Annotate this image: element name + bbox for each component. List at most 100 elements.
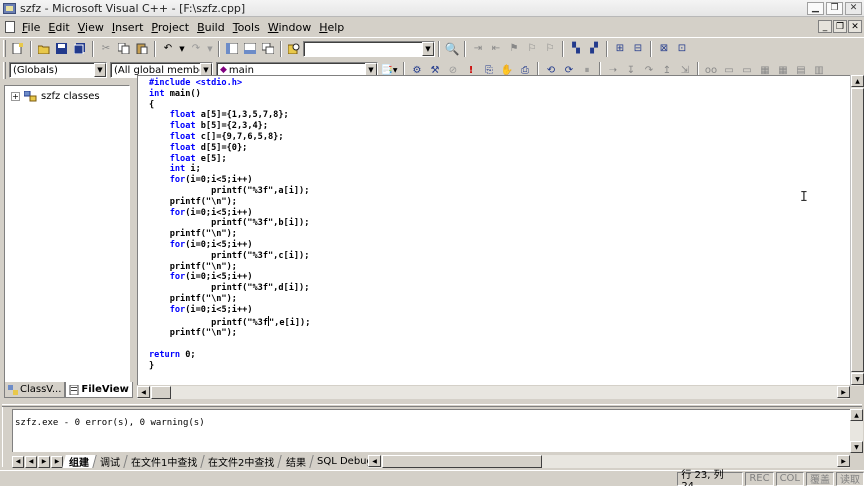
code-line: float c[]={9,7,6,5,8}; [169, 131, 284, 142]
redo-icon[interactable]: ↷ [188, 41, 204, 57]
cut-icon[interactable]: ✂ [98, 41, 114, 57]
code-line: printf("\n"); [149, 196, 237, 207]
scroll-up-icon[interactable]: ▲ [850, 409, 863, 421]
tile-icon[interactable]: ⊠ [656, 41, 672, 57]
bookmark-next-icon[interactable]: ⚐ [524, 41, 540, 57]
output-splitter[interactable] [2, 404, 862, 407]
save-icon[interactable] [54, 41, 70, 57]
menu-tools[interactable]: Tools [229, 21, 264, 34]
output-vertical-scrollbar[interactable]: ▲ ▼ [850, 409, 863, 453]
output-tab[interactable]: 调试 [93, 455, 128, 469]
mdi-close-button[interactable]: ✕ [848, 20, 862, 33]
tab-classview-label: ClassV... [20, 384, 62, 395]
bookmark-prev-icon[interactable]: ⚐ [542, 41, 558, 57]
minimize-button[interactable]: ▁ [807, 1, 824, 15]
ibeam-cursor-icon: I [800, 190, 808, 205]
cascade-icon[interactable]: ⊡ [674, 41, 690, 57]
redo-dropdown-icon[interactable]: ▼ [206, 41, 214, 57]
function-icon: ◆ [220, 65, 227, 75]
chevron-down-icon[interactable]: ▼ [94, 63, 106, 77]
output-tab[interactable]: 在文件2中查找 [201, 455, 283, 469]
undo-icon[interactable]: ↶ [160, 41, 176, 57]
close-button[interactable]: ✕ [845, 1, 862, 15]
maximize-button[interactable]: ❐ [826, 1, 843, 15]
scope-combo-value: (Globals) [13, 64, 58, 76]
copy-icon[interactable] [116, 41, 132, 57]
mdi-minimize-button[interactable]: _ [818, 20, 832, 33]
code-line: printf("\n"); [149, 293, 237, 304]
window-title: szfz - Microsoft Visual C++ - [F:\szfz.c… [20, 1, 246, 15]
class-wizard-icon[interactable]: ▚ [568, 41, 584, 57]
graph-alt-icon[interactable]: ⊟ [630, 41, 646, 57]
find-icon[interactable]: 🔍 [444, 41, 460, 57]
scroll-down-icon[interactable]: ▼ [850, 441, 863, 453]
code-editor[interactable]: #include <stdio.h> int main(){ float a[5]… [137, 75, 850, 385]
paste-icon[interactable] [134, 41, 150, 57]
tab-classview[interactable]: ClassV... [4, 382, 66, 398]
find-combo[interactable]: ▼ [303, 40, 435, 57]
scroll-right-icon[interactable]: ▶ [837, 455, 850, 467]
scroll-down-icon[interactable]: ▼ [851, 373, 864, 385]
toolbar-grip[interactable] [3, 61, 6, 79]
menu-file[interactable]: File [18, 21, 44, 34]
tab-prev-icon[interactable]: ◀ [25, 455, 37, 468]
toolbar-separator [464, 40, 466, 57]
tab-first-icon[interactable]: ◀ [12, 455, 24, 468]
toolbar-grip[interactable] [3, 40, 6, 57]
bookmark-toggle-icon[interactable]: ⚑ [506, 41, 522, 57]
scroll-right-icon[interactable]: ▶ [837, 386, 850, 398]
scroll-thumb[interactable] [851, 88, 864, 372]
menu-project[interactable]: Project [147, 21, 193, 34]
members-icon[interactable]: ▞ [586, 41, 602, 57]
menu-help[interactable]: Help [315, 21, 348, 34]
status-overwrite: 覆盖 [806, 471, 834, 486]
scroll-thumb[interactable] [151, 386, 171, 399]
toolbar-separator [92, 40, 94, 57]
tab-last-icon[interactable]: ▶ [51, 455, 63, 468]
output-dock-grip[interactable] [2, 407, 10, 467]
code-text[interactable]: #include <stdio.h> int main(){ float a[5]… [149, 78, 310, 372]
expand-icon[interactable]: + [11, 92, 20, 101]
output-tab[interactable]: 在文件1中查找 [124, 455, 206, 469]
output-horizontal-scrollbar[interactable]: ◀ ▶ [368, 455, 850, 468]
find-in-files-icon[interactable] [286, 41, 302, 57]
menu-insert[interactable]: Insert [108, 21, 148, 34]
output-tab[interactable]: 组建 [62, 455, 97, 469]
outdent-icon[interactable]: ⇤ [488, 41, 504, 57]
scroll-up-icon[interactable]: ▲ [851, 75, 864, 87]
menu-edit[interactable]: Edit [44, 21, 73, 34]
tab-fileview[interactable]: FileView [65, 382, 133, 398]
tree-root[interactable]: + szfz classes [5, 86, 129, 102]
menu-view[interactable]: View [74, 21, 108, 34]
document-icon[interactable] [5, 21, 15, 33]
scroll-thumb[interactable] [382, 455, 542, 468]
scope-combo[interactable]: (Globals) ▼ [9, 62, 107, 78]
window-list-icon[interactable] [260, 41, 276, 57]
scroll-left-icon[interactable]: ◀ [137, 386, 150, 398]
code-line: return 0; [149, 349, 196, 360]
workspace-icon[interactable] [224, 41, 240, 57]
mdi-restore-button[interactable]: ❐ [833, 20, 847, 33]
status-col: COL [775, 471, 804, 486]
indent-icon[interactable]: ⇥ [470, 41, 486, 57]
chevron-down-icon[interactable]: ▼ [422, 41, 434, 56]
new-file-icon[interactable] [10, 41, 26, 57]
undo-dropdown-icon[interactable]: ▼ [178, 41, 186, 57]
output-tab[interactable]: 结果 [279, 455, 314, 469]
menu-window[interactable]: Window [264, 21, 315, 34]
save-all-icon[interactable] [72, 41, 88, 57]
code-line: int i; [169, 164, 201, 175]
scroll-left-icon[interactable]: ◀ [368, 455, 381, 467]
open-folder-icon[interactable] [36, 41, 52, 57]
menu-build[interactable]: Build [193, 21, 229, 34]
size-grip [850, 386, 863, 399]
code-line: printf("\n"); [149, 261, 237, 272]
classview-icon [8, 384, 18, 395]
output-window[interactable]: szfz.exe - 0 error(s), 0 warning(s) [12, 409, 850, 452]
editor-vertical-scrollbar[interactable]: ▲ ▼ [850, 75, 864, 386]
output-window-icon[interactable] [242, 41, 258, 57]
editor-horizontal-scrollbar[interactable]: ◀ ▶ [137, 386, 850, 399]
app-icon[interactable] [3, 2, 16, 14]
tab-next-icon[interactable]: ▶ [38, 455, 50, 468]
graph-icon[interactable]: ⊞ [612, 41, 628, 57]
